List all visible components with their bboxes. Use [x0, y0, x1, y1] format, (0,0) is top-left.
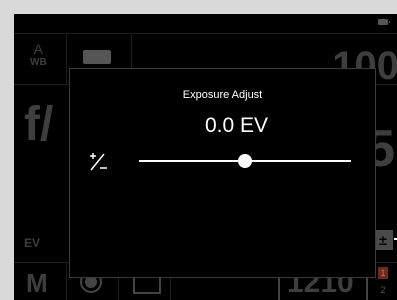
wb-mode: A: [33, 41, 43, 57]
battery-icon: [378, 19, 390, 25]
exposure-value: 0.0 EV: [204, 114, 269, 137]
wb-label: WB: [30, 57, 47, 68]
card-slot-2: 2: [380, 285, 386, 295]
white-balance[interactable]: A WB: [30, 41, 47, 69]
dialog-title: Exposure Adjust: [182, 89, 263, 101]
ev-label: EV: [24, 236, 41, 250]
camera-screen: A WB 100 f/ 5 EV ± M 1210 1 2 Exposure A…: [14, 14, 397, 300]
card-slot-1: 1: [378, 267, 388, 279]
divider: [66, 262, 67, 300]
plus-minus-icon: [87, 151, 109, 173]
divider: [66, 33, 67, 85]
exposure-adjust-dialog: Exposure Adjust 0.0 EV: [69, 68, 376, 278]
aperture-value[interactable]: f/: [24, 97, 53, 152]
exposure-slider[interactable]: [139, 154, 351, 168]
exposure-comp-icon[interactable]: ±: [373, 230, 393, 250]
af-icon[interactable]: [83, 50, 111, 64]
slider-knob[interactable]: [238, 154, 252, 168]
shooting-mode[interactable]: M: [26, 268, 48, 299]
divider: [14, 33, 397, 34]
